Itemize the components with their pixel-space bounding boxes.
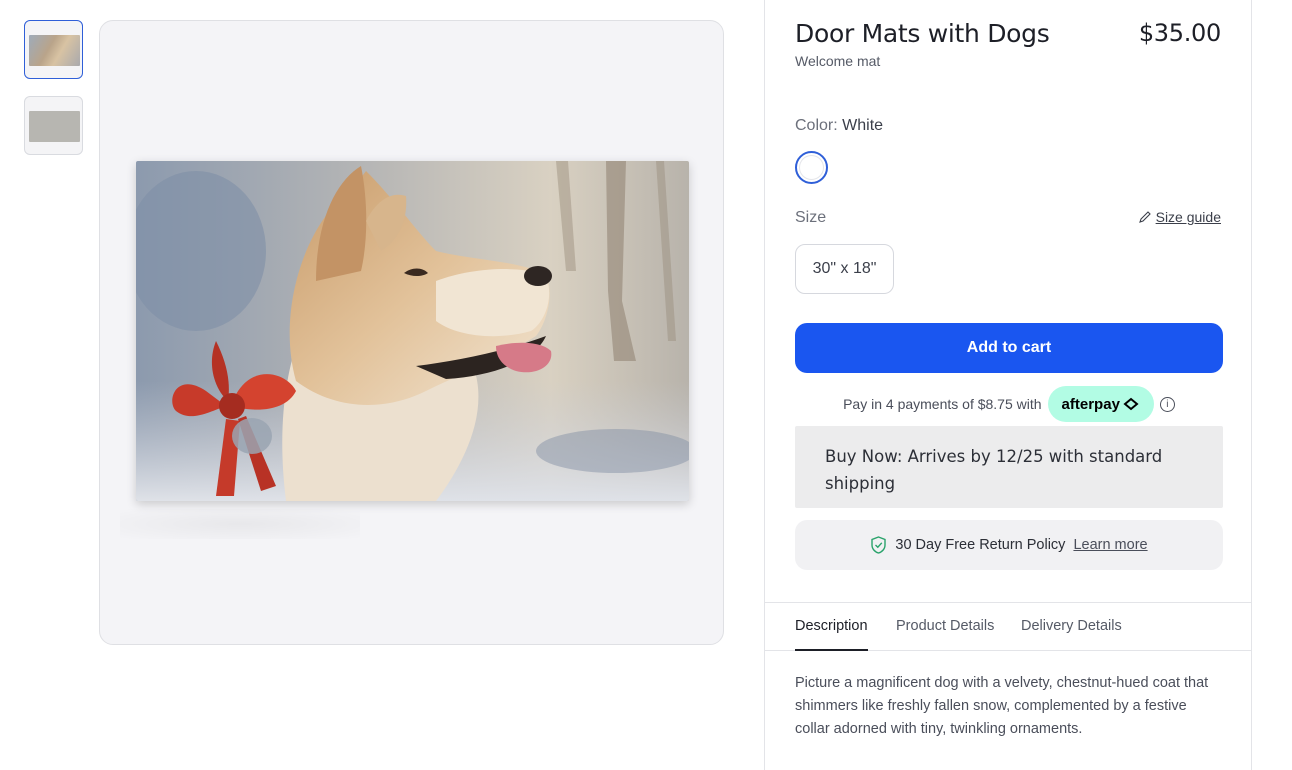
afterpay-text: Pay in 4 payments of $8.75 with bbox=[843, 396, 1042, 412]
thumbnail-1-image bbox=[29, 35, 80, 66]
info-tabs: Description Product Details Delivery Det… bbox=[765, 602, 1251, 651]
mat-shadow bbox=[120, 509, 360, 539]
shipping-estimate: Buy Now: Arrives by 12/25 with standard … bbox=[795, 426, 1223, 508]
product-description: Picture a magnificent dog with a velvety… bbox=[795, 675, 1209, 737]
thumbnail-list bbox=[24, 20, 84, 172]
main-product-image[interactable] bbox=[99, 20, 724, 645]
info-icon[interactable]: i bbox=[1159, 396, 1175, 412]
thumbnail-2[interactable] bbox=[24, 96, 83, 155]
afterpay-arrows-icon bbox=[1123, 397, 1139, 411]
swatch-fill bbox=[799, 155, 824, 180]
learn-more-link[interactable]: Learn more bbox=[1073, 537, 1147, 553]
color-swatch-white[interactable] bbox=[795, 151, 828, 184]
tab-delivery-details[interactable]: Delivery Details bbox=[1021, 618, 1122, 634]
color-label: Color: White bbox=[795, 117, 883, 135]
product-panel: Door Mats with Dogs $35.00 Welcome mat C… bbox=[764, 0, 1252, 770]
afterpay-badge[interactable]: afterpay bbox=[1047, 386, 1154, 422]
return-policy-text: 30 Day Free Return Policy bbox=[895, 537, 1066, 553]
tab-product-details[interactable]: Product Details bbox=[896, 618, 994, 634]
product-title: Door Mats with Dogs bbox=[795, 19, 1050, 48]
size-guide-label: Size guide bbox=[1155, 209, 1221, 225]
thumbnail-2-image bbox=[29, 111, 80, 142]
color-value: White bbox=[842, 117, 884, 134]
product-price: $35.00 bbox=[1138, 19, 1221, 47]
return-policy: 30 Day Free Return Policy Learn more bbox=[795, 520, 1223, 570]
size-label: Size bbox=[795, 209, 827, 226]
add-to-cart-button[interactable]: Add to cart bbox=[795, 323, 1223, 373]
afterpay-brand: afterpay bbox=[1061, 395, 1120, 413]
color-label-text: Color: bbox=[795, 117, 838, 134]
product-subtitle: Welcome mat bbox=[795, 53, 881, 69]
thumbnail-1[interactable] bbox=[24, 20, 83, 79]
afterpay-row: Pay in 4 payments of $8.75 with afterpay… bbox=[795, 386, 1223, 422]
door-mat-artwork bbox=[136, 161, 689, 501]
pencil-icon bbox=[1138, 211, 1151, 223]
shield-check-icon bbox=[871, 536, 887, 554]
tab-description[interactable]: Description bbox=[795, 618, 868, 651]
size-guide-link[interactable]: Size guide bbox=[1138, 209, 1221, 225]
size-option-30x18[interactable]: 30" x 18" bbox=[795, 244, 894, 294]
